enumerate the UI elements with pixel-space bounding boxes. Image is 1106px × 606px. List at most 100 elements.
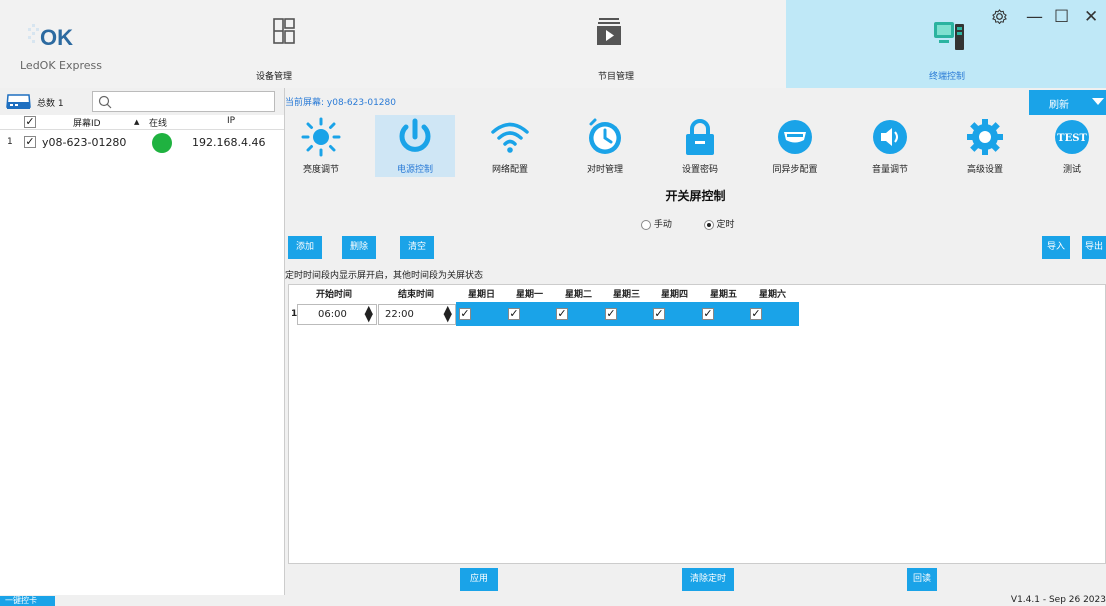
version-label: V1.4.1 - Sep 26 2023 bbox=[1010, 595, 1106, 605]
device-management-icon bbox=[273, 18, 295, 44]
export-button[interactable]: 导出 bbox=[1082, 236, 1106, 259]
schedule-row[interactable]: 1 06:00 ▲ ▼ 22:00 ▲ ▼ ✓ ✓ ✓ ✓ ✓ ✓ ✓ bbox=[289, 302, 799, 326]
lock-icon bbox=[686, 119, 714, 155]
close-button[interactable]: ✕ bbox=[1084, 7, 1098, 27]
hdmi-icon bbox=[778, 120, 812, 154]
func-advanced-label: 高级设置 bbox=[966, 165, 1003, 175]
maximize-button[interactable]: ☐ bbox=[1054, 7, 1069, 27]
refresh-label: 刷新 bbox=[1049, 100, 1069, 111]
panel-title: 开关屏控制 bbox=[665, 189, 726, 203]
import-button[interactable]: 导入 bbox=[1042, 236, 1070, 259]
gear-icon bbox=[967, 119, 1003, 155]
add-button[interactable]: 添加 bbox=[288, 236, 322, 259]
func-test-label: 测试 bbox=[1062, 165, 1081, 175]
power-icon bbox=[399, 118, 431, 152]
start-time-input[interactable]: 06:00 ▲ ▼ bbox=[297, 304, 377, 325]
schedule-table-header: 开始时间 结束时间 星期日 星期一 星期二 星期三 星期四 星期五 星期六 bbox=[289, 285, 799, 301]
current-screen-label: 当前屏幕: y08-623-01280 bbox=[285, 98, 396, 108]
row-index: 1 bbox=[7, 137, 13, 147]
function-toolbar: 亮度调节 电源控制 网络配置 对时管理 设置密码 同异步配置 音量调节 高级设置… bbox=[285, 115, 1106, 177]
column-tuesday: 星期二 bbox=[565, 290, 593, 300]
func-time-sync-label: 对时管理 bbox=[586, 165, 623, 175]
func-test[interactable]: TEST 测试 bbox=[1032, 115, 1106, 177]
func-advanced-settings[interactable]: 高级设置 bbox=[945, 115, 1025, 177]
clock-icon bbox=[589, 118, 621, 154]
column-ip[interactable]: IP bbox=[227, 116, 235, 126]
device-list-toolbar: 总数 1 bbox=[0, 88, 284, 115]
column-wednesday: 星期三 bbox=[613, 290, 641, 300]
func-network[interactable]: 网络配置 bbox=[470, 115, 550, 177]
func-volume-label: 音量调节 bbox=[871, 165, 908, 175]
column-screen-id[interactable]: 屏幕ID bbox=[73, 116, 101, 129]
column-thursday: 星期四 bbox=[661, 290, 689, 300]
clear-schedule-button[interactable]: 清除定时 bbox=[682, 568, 734, 591]
column-saturday: 星期六 bbox=[759, 290, 787, 300]
saturday-checkbox[interactable]: ✓ bbox=[750, 308, 762, 320]
device-table-header: ✓ 屏幕ID ▲ 在线 IP bbox=[0, 115, 284, 130]
logo-icon: OK bbox=[28, 24, 73, 48]
weekday-selection: ✓ ✓ ✓ ✓ ✓ ✓ ✓ bbox=[456, 302, 799, 326]
window-controls: — ☐ ✕ bbox=[986, 0, 1106, 34]
tab-program-management[interactable]: 节目管理 bbox=[560, 0, 660, 88]
friday-checkbox[interactable]: ✓ bbox=[702, 308, 714, 320]
terminal-control-icon bbox=[934, 22, 964, 50]
start-time-value: 06:00 bbox=[318, 309, 347, 320]
sort-asc-icon[interactable]: ▲ bbox=[134, 118, 139, 126]
func-network-label: 网络配置 bbox=[491, 165, 528, 175]
bottom-action-bar: 应用 清除定时 回读 bbox=[285, 565, 1106, 595]
start-time-spinner-icon[interactable]: ▲ ▼ bbox=[365, 304, 373, 323]
gear-icon[interactable] bbox=[992, 9, 1007, 24]
end-time-spinner-icon[interactable]: ▲ ▼ bbox=[444, 304, 452, 323]
status-bar: 一键控卡 V1.4.1 - Sep 26 2023 bbox=[0, 595, 1106, 606]
app-name: LedOK Express bbox=[20, 59, 103, 72]
func-volume[interactable]: 音量调节 bbox=[850, 115, 930, 177]
header: OK LedOK Express 设备管理 节目管理 终端控制 — ☐ ✕ bbox=[0, 0, 1106, 88]
thursday-checkbox[interactable]: ✓ bbox=[653, 308, 665, 320]
sun-icon bbox=[301, 117, 341, 157]
column-friday: 星期五 bbox=[710, 290, 738, 300]
column-monday: 星期一 bbox=[516, 290, 544, 300]
chevron-down-icon[interactable] bbox=[1092, 98, 1104, 105]
select-all-checkbox[interactable]: ✓ bbox=[24, 116, 36, 128]
total-count-label: 总数 1 bbox=[37, 99, 64, 109]
monday-checkbox[interactable]: ✓ bbox=[508, 308, 520, 320]
delete-button[interactable]: 删除 bbox=[342, 236, 376, 259]
readback-button[interactable]: 回读 bbox=[907, 568, 937, 591]
func-time-sync[interactable]: 对时管理 bbox=[565, 115, 645, 177]
program-management-icon bbox=[597, 18, 621, 45]
func-set-password[interactable]: 设置密码 bbox=[660, 115, 740, 177]
refresh-button[interactable]: 刷新 bbox=[1029, 90, 1106, 115]
device-checkbox[interactable]: ✓ bbox=[24, 136, 36, 148]
func-brightness-label: 亮度调节 bbox=[302, 165, 339, 175]
column-start-time: 开始时间 bbox=[316, 290, 353, 300]
column-end-time: 结束时间 bbox=[398, 290, 435, 300]
func-brightness[interactable]: 亮度调节 bbox=[281, 115, 361, 177]
tab-terminal-label: 终端控制 bbox=[929, 72, 966, 82]
clear-button[interactable]: 清空 bbox=[400, 236, 434, 259]
search-input[interactable] bbox=[92, 91, 275, 112]
mode-manual-radio[interactable] bbox=[641, 219, 651, 230]
app-window: OK LedOK Express 设备管理 节目管理 终端控制 — ☐ ✕ 总数… bbox=[0, 0, 1106, 606]
sunday-checkbox[interactable]: ✓ bbox=[459, 308, 471, 320]
terminal-control-main: 当前屏幕: y08-623-01280 刷新 亮度调节 电源控制 网络配置 对时… bbox=[285, 88, 1106, 595]
minimize-button[interactable]: — bbox=[1026, 7, 1043, 27]
tab-device-management[interactable]: 设备管理 bbox=[240, 0, 340, 88]
func-sync-async-config[interactable]: 同异步配置 bbox=[755, 115, 835, 177]
svg-text:TEST: TEST bbox=[1057, 133, 1087, 144]
apply-button[interactable]: 应用 bbox=[460, 568, 498, 591]
tuesday-checkbox[interactable]: ✓ bbox=[556, 308, 568, 320]
tab-device-label: 设备管理 bbox=[256, 72, 293, 82]
schedule-note: 定时时间段内显示屏开启，其他时间段为关屏状态 bbox=[285, 271, 484, 281]
volume-icon bbox=[873, 120, 907, 154]
func-power-control[interactable]: 电源控制 bbox=[375, 115, 455, 177]
column-online[interactable]: 在线 bbox=[149, 116, 167, 129]
func-power-label: 电源控制 bbox=[396, 165, 433, 175]
wednesday-checkbox[interactable]: ✓ bbox=[605, 308, 617, 320]
mode-scheduled-radio[interactable] bbox=[703, 219, 714, 230]
mode-scheduled-label[interactable]: 定时 bbox=[717, 220, 735, 230]
device-group-icon[interactable] bbox=[6, 94, 31, 110]
one-key-control-button[interactable]: 一键控卡 bbox=[0, 596, 55, 606]
mode-manual-label[interactable]: 手动 bbox=[654, 220, 672, 230]
device-row[interactable]: 1 ✓ y08-623-01280 192.168.4.46 bbox=[0, 130, 284, 156]
end-time-input[interactable]: 22:00 ▲ ▼ bbox=[378, 304, 456, 325]
